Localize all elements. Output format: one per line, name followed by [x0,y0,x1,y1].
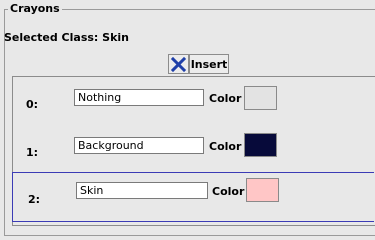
color-label: Color [209,140,242,153]
group-title: Crayons [8,2,62,15]
crayon-index: 0: [26,98,39,111]
color-label: Color [212,185,245,198]
insert-button[interactable]: Insert [189,54,229,74]
crayon-index: 1: [26,146,39,159]
close-x-icon [171,56,186,72]
color-label: Color [209,92,242,105]
color-swatch-button[interactable] [244,133,277,157]
crayon-name-input[interactable]: Nothing [74,89,204,106]
delete-button[interactable] [168,54,189,74]
crayon-index: 2: [28,193,41,206]
selected-class-label: Selected Class: Skin [4,31,129,44]
color-swatch-button[interactable] [244,86,277,110]
color-swatch-button[interactable] [246,178,279,202]
crayon-name-input[interactable]: Background [74,137,204,154]
crayon-name-input[interactable]: Skin [76,182,208,199]
